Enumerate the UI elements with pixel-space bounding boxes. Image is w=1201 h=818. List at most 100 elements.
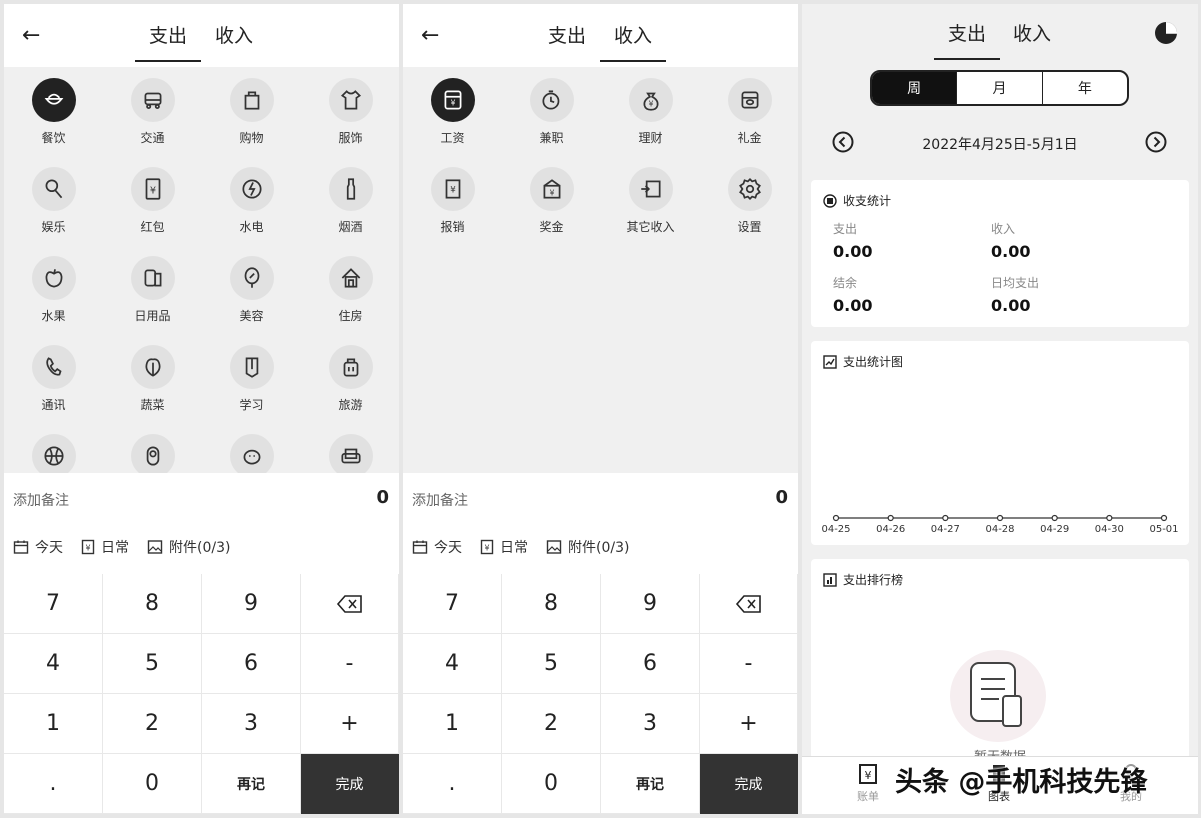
balance-value: 0.00 <box>833 296 873 315</box>
salary-icon: ¥ <box>430 78 475 122</box>
key-4[interactable]: 4 <box>403 634 502 694</box>
key-plus[interactable]: + <box>301 694 399 754</box>
pie-chart-icon[interactable] <box>1154 21 1178 45</box>
key-again[interactable]: 再记 <box>601 754 700 814</box>
key-8[interactable]: 8 <box>502 574 601 634</box>
key-plus[interactable]: + <box>700 694 798 754</box>
key-dot[interactable]: . <box>403 754 502 814</box>
key-done[interactable]: 完成 <box>700 754 798 814</box>
key-backspace[interactable] <box>301 574 399 634</box>
category-entertainment[interactable]: 娱乐 <box>4 167 103 234</box>
category-pet[interactable] <box>202 434 301 473</box>
x-tick-label: 05-01 <box>1149 524 1178 535</box>
attach-option[interactable]: 附件(0/3) <box>147 537 230 557</box>
watermark: 头条 @手机科技先锋 <box>895 767 1148 798</box>
key-1[interactable]: 1 <box>403 694 502 754</box>
key-7[interactable]: 7 <box>4 574 103 634</box>
category-tobacco-alcohol[interactable]: 烟酒 <box>301 167 399 234</box>
category-label: 烟酒 <box>338 220 363 234</box>
fruit-icon <box>31 256 76 300</box>
key-done[interactable]: 完成 <box>301 754 399 814</box>
key-dot[interactable]: . <box>4 754 103 814</box>
category-daily-goods[interactable]: 日用品 <box>103 256 202 323</box>
category-reimbursement[interactable]: ¥ 报销 <box>403 167 502 234</box>
key-0[interactable]: 0 <box>502 754 601 814</box>
key-5[interactable]: 5 <box>502 634 601 694</box>
category-other-income[interactable]: 其它收入 <box>601 167 700 234</box>
back-arrow-icon[interactable]: ← <box>421 24 439 48</box>
category-clothing[interactable]: 服饰 <box>301 78 399 145</box>
investment-icon: ¥ <box>628 78 673 122</box>
category-fruit[interactable]: 水果 <box>4 256 103 323</box>
period-month[interactable]: 月 <box>957 72 1043 104</box>
keypad: 7 8 9 4 5 6- 1 2 3 +. 0 再记 完成 <box>403 574 798 814</box>
summary-title: 收支统计 <box>843 194 892 208</box>
key-6[interactable]: 6 <box>202 634 301 694</box>
tab-expense[interactable]: 支出 <box>135 24 201 62</box>
key-3[interactable]: 3 <box>601 694 700 754</box>
key-5[interactable]: 5 <box>103 634 202 694</box>
period-year[interactable]: 年 <box>1043 72 1127 104</box>
key-9[interactable]: 9 <box>601 574 700 634</box>
category-label: 水电 <box>239 220 264 234</box>
key-4[interactable]: 4 <box>4 634 103 694</box>
period-week[interactable]: 周 <box>872 72 958 104</box>
income-label: 收入 <box>991 222 1016 236</box>
key-9[interactable]: 9 <box>202 574 301 634</box>
type-option[interactable]: ¥ 日常 <box>81 537 129 557</box>
back-arrow-icon[interactable]: ← <box>22 24 40 48</box>
category-salary[interactable]: ¥ 工资 <box>403 78 502 145</box>
category-red-envelope[interactable]: ¥ 红包 <box>103 167 202 234</box>
category-baby[interactable] <box>103 434 202 473</box>
category-sofa[interactable] <box>301 434 399 473</box>
category-basketball[interactable] <box>4 434 103 473</box>
category-study[interactable]: 学习 <box>202 345 301 412</box>
category-vegetables[interactable]: 蔬菜 <box>103 345 202 412</box>
type-option[interactable]: ¥ 日常 <box>480 537 528 557</box>
date-option[interactable]: 今天 <box>13 537 63 557</box>
study-icon <box>229 345 274 389</box>
nav-bill[interactable]: ¥ 账单 <box>838 763 898 804</box>
category-dining[interactable]: 餐饮 <box>4 78 103 145</box>
category-gift-money[interactable]: 礼金 <box>700 78 798 145</box>
category-part-time[interactable]: 兼职 <box>502 78 601 145</box>
category-label: 服饰 <box>338 131 363 145</box>
key-2[interactable]: 2 <box>103 694 202 754</box>
note-input[interactable]: 添加备注 <box>412 490 468 510</box>
category-label: 蔬菜 <box>140 398 165 412</box>
daily-goods-icon <box>130 256 175 300</box>
key-1[interactable]: 1 <box>4 694 103 754</box>
tab-income[interactable]: 收入 <box>201 24 267 48</box>
tab-income[interactable]: 收入 <box>600 24 666 62</box>
category-settings[interactable]: 设置 <box>700 167 798 234</box>
tab-expense[interactable]: 支出 <box>934 22 1000 60</box>
ledger-icon: ¥ <box>480 539 494 555</box>
category-telecom[interactable]: 通讯 <box>4 345 103 412</box>
key-0[interactable]: 0 <box>103 754 202 814</box>
key-again[interactable]: 再记 <box>202 754 301 814</box>
category-travel[interactable]: 旅游 <box>301 345 399 412</box>
key-3[interactable]: 3 <box>202 694 301 754</box>
key-2[interactable]: 2 <box>502 694 601 754</box>
note-input[interactable]: 添加备注 <box>13 490 69 510</box>
category-bonus[interactable]: ¥ 奖金 <box>502 167 601 234</box>
ranking-icon <box>823 572 837 587</box>
category-beauty[interactable]: 美容 <box>202 256 301 323</box>
tab-income[interactable]: 收入 <box>999 22 1065 46</box>
category-shopping[interactable]: 购物 <box>202 78 301 145</box>
key-minus[interactable]: - <box>700 634 798 694</box>
tab-expense[interactable]: 支出 <box>534 24 600 48</box>
attach-option[interactable]: 附件(0/3) <box>546 537 629 557</box>
svg-text:¥: ¥ <box>149 185 155 196</box>
category-housing[interactable]: 住房 <box>301 256 399 323</box>
category-utilities[interactable]: 水电 <box>202 167 301 234</box>
key-backspace[interactable] <box>700 574 798 634</box>
key-minus[interactable]: - <box>301 634 399 694</box>
next-period-icon[interactable] <box>1145 131 1167 153</box>
key-7[interactable]: 7 <box>403 574 502 634</box>
category-investment[interactable]: ¥ 理财 <box>601 78 700 145</box>
date-option[interactable]: 今天 <box>412 537 462 557</box>
key-6[interactable]: 6 <box>601 634 700 694</box>
category-transport[interactable]: 交通 <box>103 78 202 145</box>
key-8[interactable]: 8 <box>103 574 202 634</box>
